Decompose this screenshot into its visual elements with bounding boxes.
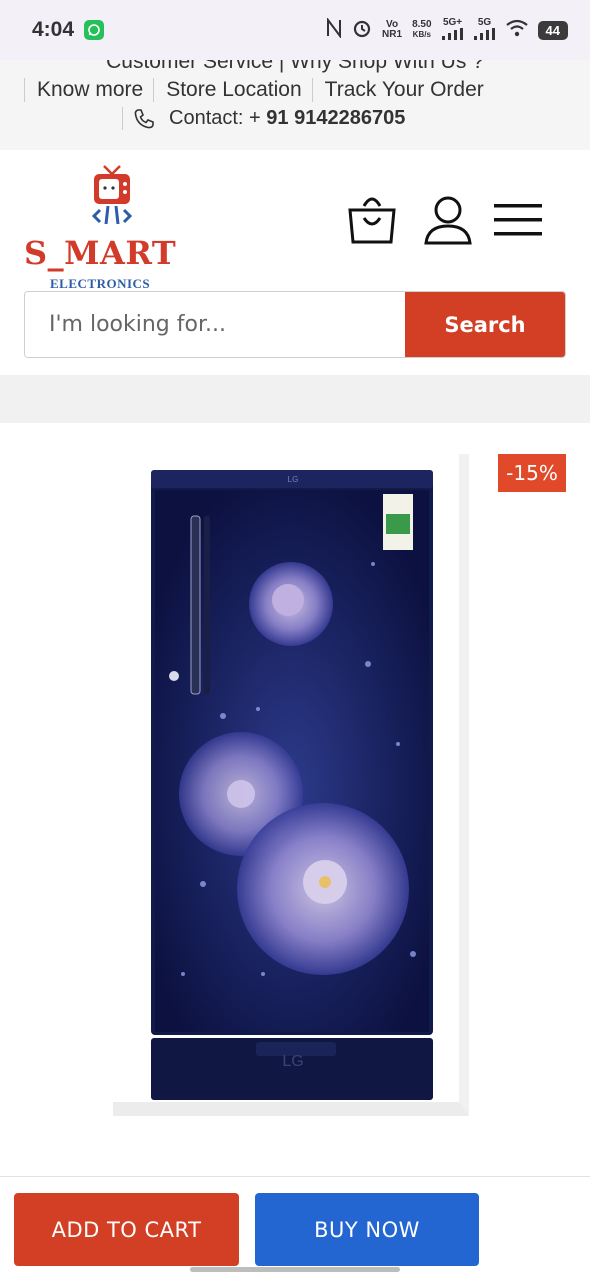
nr1-label: NR1 xyxy=(382,29,403,40)
network-speed: 8.50 KB/s xyxy=(412,20,431,40)
contact-link[interactable]: Contact: + 91 9142286705 xyxy=(122,107,405,130)
top-links-row-clipped[interactable]: Customer Service | Why Shop With Us ? xyxy=(0,60,590,74)
breadcrumb-band xyxy=(0,375,590,423)
battery-indicator: 44 xyxy=(537,20,568,40)
hamburger-menu-icon[interactable] xyxy=(492,194,544,246)
store-location-link[interactable]: Store Location xyxy=(153,78,311,102)
search-button[interactable]: Search xyxy=(405,292,565,357)
tv-logo-icon xyxy=(91,165,133,225)
bottom-action-bar: ADD TO CART BUY NOW xyxy=(0,1176,590,1280)
whatsapp-icon xyxy=(84,20,105,40)
track-order-link[interactable]: Track Your Order xyxy=(311,78,494,102)
add-to-cart-button[interactable]: ADD TO CART xyxy=(14,1193,239,1266)
top-links-row: Know more Store Location Track Your Orde… xyxy=(24,78,494,102)
signal-bars-icon xyxy=(473,27,495,40)
nfc-icon xyxy=(326,16,342,43)
signal-2: 5G xyxy=(473,16,496,43)
brand-mark: LG xyxy=(282,1053,303,1070)
status-time: 4:04 xyxy=(32,18,75,41)
contact-number[interactable]: 91 9142286705 xyxy=(266,107,405,130)
volte-indicator: Vo NR1 xyxy=(382,20,402,40)
alarm-icon xyxy=(352,18,372,43)
product-gallery: LG LG -15% xyxy=(0,423,590,1183)
phone-icon xyxy=(133,108,155,130)
speed-unit: KB/s xyxy=(412,30,431,39)
search-input[interactable] xyxy=(25,292,405,357)
logo-wordmark: S_MART xyxy=(24,234,177,272)
buy-now-button[interactable]: BUY NOW xyxy=(255,1193,479,1266)
know-more-link[interactable]: Know more xyxy=(24,78,153,102)
shopping-bag-icon[interactable] xyxy=(346,194,398,246)
net2-label: 5G xyxy=(477,16,492,28)
discount-badge: -15% xyxy=(498,454,566,492)
user-account-icon[interactable] xyxy=(422,194,474,246)
wifi-icon xyxy=(505,19,528,42)
top-links-bar: Customer Service | Why Shop With Us ? Kn… xyxy=(0,60,590,150)
logo-subtitle: ELECTRONICS xyxy=(50,276,151,291)
search-bar: Search xyxy=(24,291,566,358)
signal-bars-icon xyxy=(441,27,463,40)
home-indicator[interactable] xyxy=(190,1267,400,1272)
signal-1: 5G+ xyxy=(441,16,464,43)
status-bar: 4:04 Vo NR1 8.50 KB/s 5G+ 5G 44 xyxy=(0,0,590,60)
refrigerator-image: LG LG xyxy=(151,470,433,1100)
store-logo[interactable]: S_MART ELECTRONICS xyxy=(24,164,189,291)
net1-label: 5G+ xyxy=(442,16,463,28)
product-image[interactable]: LG LG xyxy=(113,454,469,1116)
speed-value: 8.50 xyxy=(412,19,432,30)
contact-label: Contact: + xyxy=(169,107,267,129)
brand-mark-top: LG xyxy=(288,475,299,484)
site-header: S_MART ELECTRONICS Search xyxy=(0,150,590,375)
